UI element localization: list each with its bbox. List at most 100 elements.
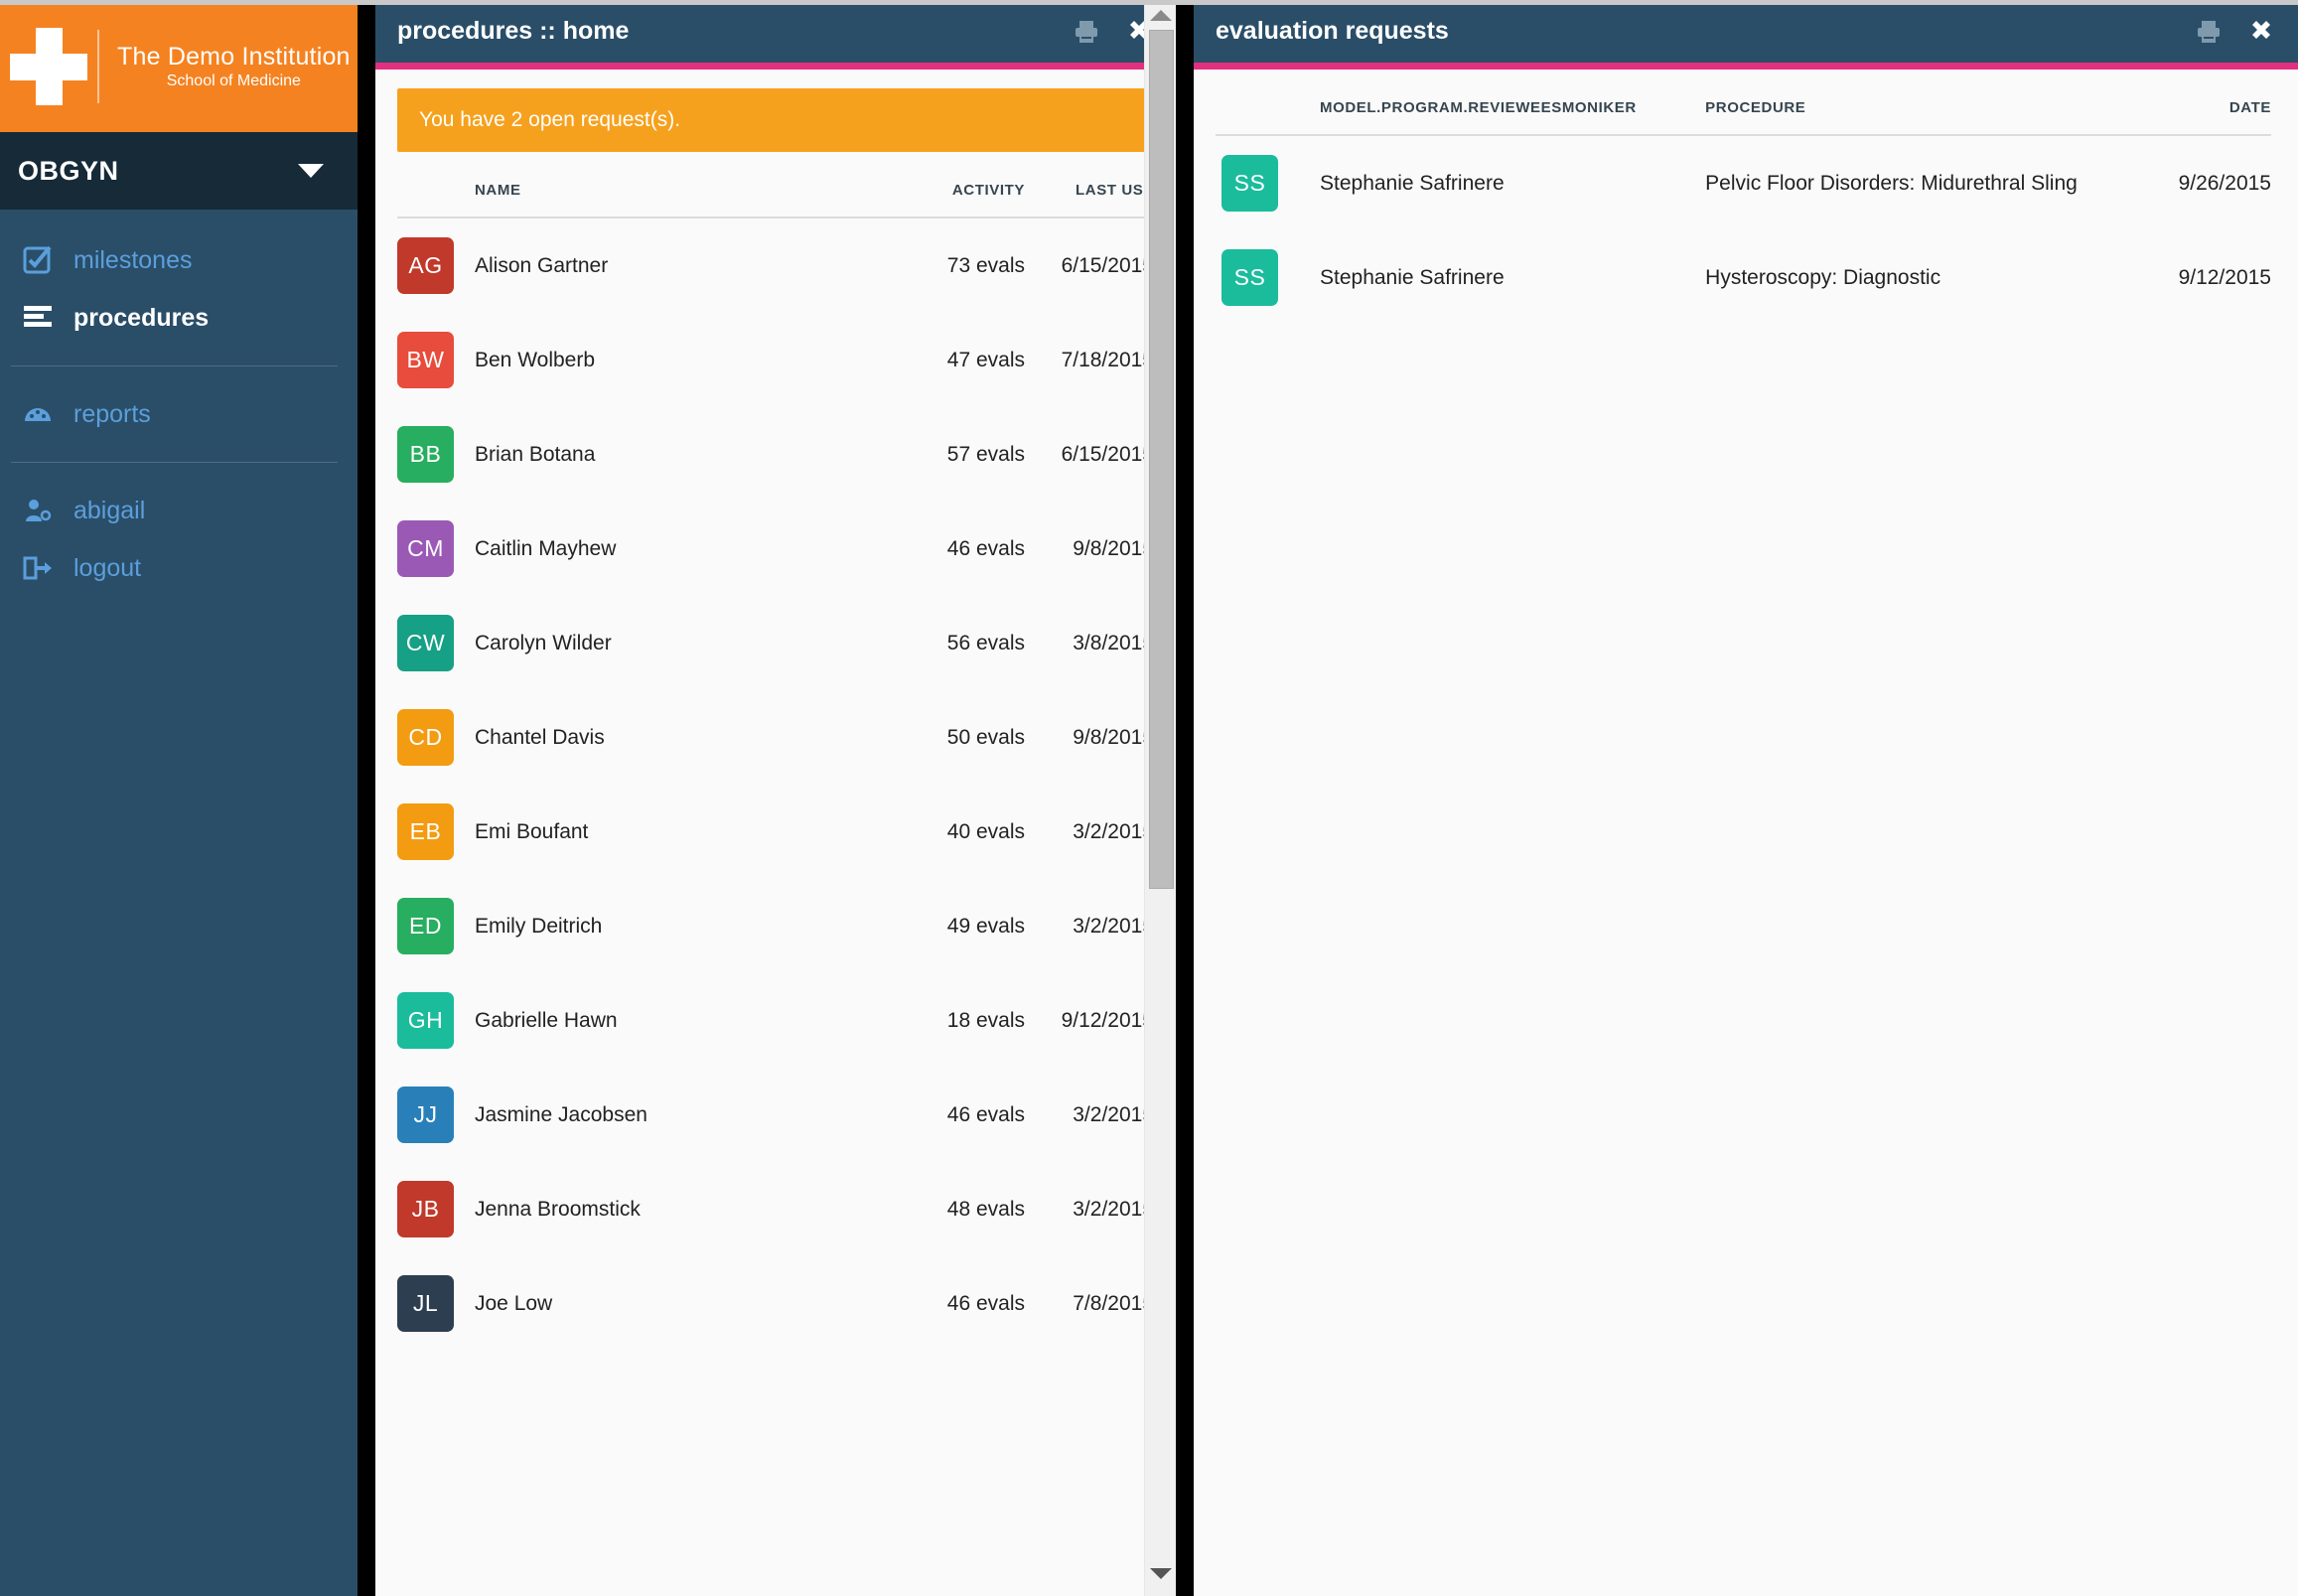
sidebar-item-logout[interactable]: logout <box>0 539 358 597</box>
sidebar-divider <box>11 365 338 366</box>
sidebar-item-label: procedures <box>73 303 210 332</box>
sidebar-divider <box>11 462 338 463</box>
sidebar-item-label: logout <box>73 553 142 582</box>
col-name: NAME <box>475 152 876 218</box>
window-top-edge <box>0 0 2298 5</box>
cell-activity: 48 evals <box>946 1197 1025 1221</box>
gauge-icon <box>22 399 54 429</box>
avatar: BB <box>397 426 454 483</box>
org-selector[interactable]: OBGYN <box>0 132 358 210</box>
avatar: ED <box>397 898 454 954</box>
evaluation-requests-header: evaluation requests <box>1194 0 2298 70</box>
cell-activity: 49 evals <box>946 914 1025 938</box>
col-avatar <box>1216 70 1320 136</box>
avatar-cell: JL <box>397 1256 475 1351</box>
cell-date: 9/26/2015 <box>2178 171 2271 195</box>
evaluation-requests-table: MODEL.PROGRAM.REVIEWEESMONIKER PROCEDURE… <box>1216 70 2271 325</box>
institution-subtitle: School of Medicine <box>166 72 301 89</box>
user-doctor-icon <box>22 496 54 525</box>
table-header-row: NAME ACTIVITY LAST USE <box>397 152 1154 218</box>
brand-header: The Demo Institution School of Medicine <box>0 0 358 132</box>
sign-out-icon <box>22 553 54 583</box>
cell-last-use: 3/2/2015 <box>1073 1197 1154 1221</box>
close-x-icon[interactable] <box>2248 19 2274 45</box>
avatar-cell: CM <box>397 502 475 596</box>
cell-activity: 56 evals <box>946 631 1025 654</box>
cell-last-use: 3/2/2015 <box>1073 1102 1154 1126</box>
cell-last-use: 6/15/2015 <box>1061 253 1154 277</box>
triangle-up-icon <box>1150 9 1172 21</box>
cell-name: Jasmine Jacobsen <box>475 1102 647 1126</box>
avatar: BW <box>397 332 454 388</box>
cell-name: Caitlin Mayhew <box>475 536 617 560</box>
avatar: CW <box>397 615 454 671</box>
cell-name: Ben Wolberb <box>475 348 596 371</box>
cell-name: Brian Botana <box>475 442 596 466</box>
sidebar-item-procedures[interactable]: procedures <box>0 289 358 347</box>
sidebar: The Demo Institution School of Medicine … <box>0 0 358 1596</box>
cell-name: Joe Low <box>475 1291 553 1315</box>
sidebar-item-reports[interactable]: reports <box>0 385 358 443</box>
printer-icon[interactable] <box>1074 19 1099 45</box>
avatar-cell: GH <box>397 973 475 1068</box>
avatar-cell: AG <box>397 218 475 313</box>
scrollbar-thumb[interactable] <box>1149 30 1174 889</box>
vertical-scrollbar[interactable] <box>1144 0 1176 1596</box>
app-root: The Demo Institution School of Medicine … <box>0 0 2298 1596</box>
table-row[interactable]: EB Emi Boufant 40 evals 3/2/2015 <box>397 785 1154 879</box>
avatar-cell: CW <box>397 596 475 690</box>
table-row[interactable]: BW Ben Wolberb 47 evals 7/18/2015 <box>397 313 1154 407</box>
avatar: JJ <box>397 1087 454 1143</box>
table-row[interactable]: JB Jenna Broomstick 48 evals 3/2/2015 <box>397 1162 1154 1256</box>
cell-name: Chantel Davis <box>475 725 605 749</box>
cell-name: Emily Deitrich <box>475 914 603 938</box>
table-row[interactable]: GH Gabrielle Hawn 18 evals 9/12/2015 <box>397 973 1154 1068</box>
institution-name: The Demo Institution <box>117 42 351 71</box>
table-row[interactable]: CW Carolyn Wilder 56 evals 3/8/2015 <box>397 596 1154 690</box>
cell-activity: 46 evals <box>946 1291 1025 1315</box>
avatar: AG <box>397 237 454 294</box>
col-procedure: PROCEDURE <box>1705 70 2159 136</box>
avatar: JL <box>397 1275 454 1332</box>
table-row[interactable]: ED Emily Deitrich 49 evals 3/2/2015 <box>397 879 1154 973</box>
cell-date: 9/12/2015 <box>2178 265 2271 289</box>
avatar-cell: BW <box>397 313 475 407</box>
avatar-cell: EB <box>397 785 475 879</box>
cell-name: Alison Gartner <box>475 253 609 277</box>
cell-last-use: 3/2/2015 <box>1073 819 1154 843</box>
scroll-down-button[interactable] <box>1145 1558 1177 1588</box>
cell-last-use: 9/8/2015 <box>1073 536 1154 560</box>
cell-last-use: 7/8/2015 <box>1073 1291 1154 1315</box>
table-row[interactable]: BB Brian Botana 57 evals 6/15/2015 <box>397 407 1154 502</box>
cell-activity: 73 evals <box>946 253 1025 277</box>
cell-name: Jenna Broomstick <box>475 1197 641 1221</box>
procedures-table: NAME ACTIVITY LAST USE AG Alison Gartner 7… <box>397 152 1154 1351</box>
col-last-use: LAST USE <box>1025 152 1154 218</box>
cell-name: Gabrielle Hawn <box>475 1008 618 1032</box>
org-name: OBGYN <box>18 155 119 186</box>
avatar: CD <box>397 709 454 766</box>
table-row[interactable]: JJ Jasmine Jacobsen 46 evals 3/2/2015 <box>397 1068 1154 1162</box>
cell-procedure: Pelvic Floor Disorders: Midurethral Slin… <box>1705 171 2078 195</box>
avatar: SS <box>1221 249 1278 306</box>
table-row[interactable]: AG Alison Gartner 73 evals 6/15/2015 <box>397 218 1154 313</box>
printer-icon[interactable] <box>2196 19 2222 45</box>
table-row[interactable]: JL Joe Low 46 evals 7/8/2015 <box>397 1256 1154 1351</box>
cell-activity: 57 evals <box>946 442 1025 466</box>
table-row[interactable]: SS Stephanie Safrinere Pelvic Floor Disord… <box>1216 135 2271 230</box>
cell-activity: 46 evals <box>946 1102 1025 1126</box>
cell-activity: 40 evals <box>946 819 1025 843</box>
avatar-cell: SS <box>1216 230 1320 325</box>
table-row[interactable]: SS Stephanie Safrinere Hysteroscopy: Diagn… <box>1216 230 2271 325</box>
table-row[interactable]: CD Chantel Davis 50 evals 9/8/2015 <box>397 690 1154 785</box>
avatar: EB <box>397 803 454 860</box>
cell-last-use: 6/15/2015 <box>1061 442 1154 466</box>
panel-title: evaluation requests <box>1216 17 1449 45</box>
avatar-cell: JJ <box>397 1068 475 1162</box>
sidebar-item-abigail[interactable]: abigail <box>0 482 358 539</box>
panel-gap-right <box>1176 0 1194 1596</box>
table-row[interactable]: CM Caitlin Mayhew 46 evals 9/8/2015 <box>397 502 1154 596</box>
sidebar-item-label: abigail <box>73 496 146 524</box>
sidebar-item-milestones[interactable]: milestones <box>0 231 358 289</box>
col-avatar <box>397 152 475 218</box>
